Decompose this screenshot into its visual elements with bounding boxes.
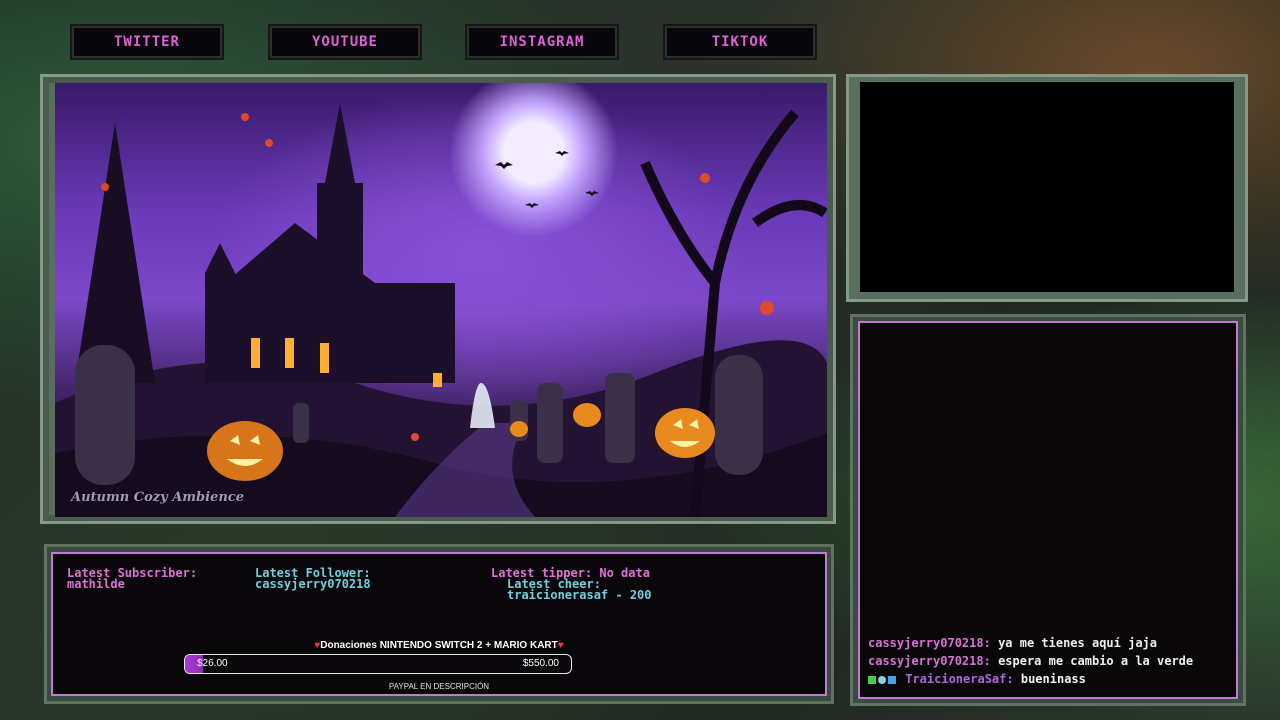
graveyard-illustration bbox=[55, 103, 827, 517]
donation-title-text: Donaciones NINTENDO SWITCH 2 + MARIO KAR… bbox=[320, 640, 558, 651]
chat-panel: cassyjerry070218: ya me tienes aquí jaja… bbox=[858, 321, 1238, 699]
latest-subscriber-name: mathilde bbox=[67, 577, 125, 591]
donation-current: $26.00 bbox=[197, 658, 228, 669]
halloween-scene-image: Autumn Cozy Ambience bbox=[55, 83, 827, 517]
chat-username: cassyjerry070218: bbox=[868, 654, 991, 668]
chat-message: TraicioneraSaf: bueninass bbox=[868, 672, 1226, 686]
heart-icon: ♥ bbox=[557, 640, 564, 651]
donation-progress-bar: $26.00 $550.00 bbox=[184, 654, 572, 674]
chat-text: bueninass bbox=[1020, 672, 1086, 686]
youtube-button[interactable]: YOUTUBE bbox=[270, 26, 420, 58]
donation-goal: $550.00 bbox=[522, 658, 559, 669]
instagram-button[interactable]: INSTAGRAM bbox=[467, 26, 617, 58]
verified-badge-icon bbox=[868, 675, 876, 684]
video-frame: Autumn Cozy Ambience bbox=[40, 74, 836, 524]
chat-username: cassyjerry070218: bbox=[868, 636, 991, 650]
chat-message: cassyjerry070218: ya me tienes aquí jaja bbox=[868, 636, 1226, 650]
chat-text: ya me tienes aquí jaja bbox=[998, 636, 1158, 650]
chat-message-list: cassyjerry070218: ya me tienes aquí jaja… bbox=[868, 631, 1226, 685]
webcam-frame bbox=[846, 74, 1248, 302]
info-panel: Latest Subscriber: mathilde Latest Follo… bbox=[51, 552, 827, 696]
info-frame: Latest Subscriber: mathilde Latest Follo… bbox=[44, 544, 834, 704]
donation-goal-title: ♥Donaciones NINTENDO SWITCH 2 + MARIO KA… bbox=[53, 640, 825, 651]
paypal-note: PAYPAL EN DESCRIPCIÓN bbox=[388, 682, 490, 691]
tiktok-button[interactable]: TIKTOK bbox=[665, 26, 815, 58]
chat-frame: cassyjerry070218: ya me tienes aquí jaja… bbox=[850, 314, 1246, 706]
video-watermark: Autumn Cozy Ambience bbox=[71, 490, 244, 505]
crown-badge-icon bbox=[888, 675, 896, 684]
chat-username: TraicioneraSaf: bbox=[905, 672, 1014, 686]
twitter-button[interactable]: TWITTER bbox=[72, 26, 222, 58]
gem-badge-icon bbox=[878, 675, 886, 684]
latest-follower-name: cassyjerry070218 bbox=[255, 577, 371, 591]
chat-text: espera me cambio a la verde bbox=[998, 654, 1194, 668]
webcam-area bbox=[860, 82, 1234, 292]
latest-cheer-value: traicionerasaf - 200 bbox=[507, 588, 652, 602]
chat-message: cassyjerry070218: espera me cambio a la … bbox=[868, 654, 1226, 668]
